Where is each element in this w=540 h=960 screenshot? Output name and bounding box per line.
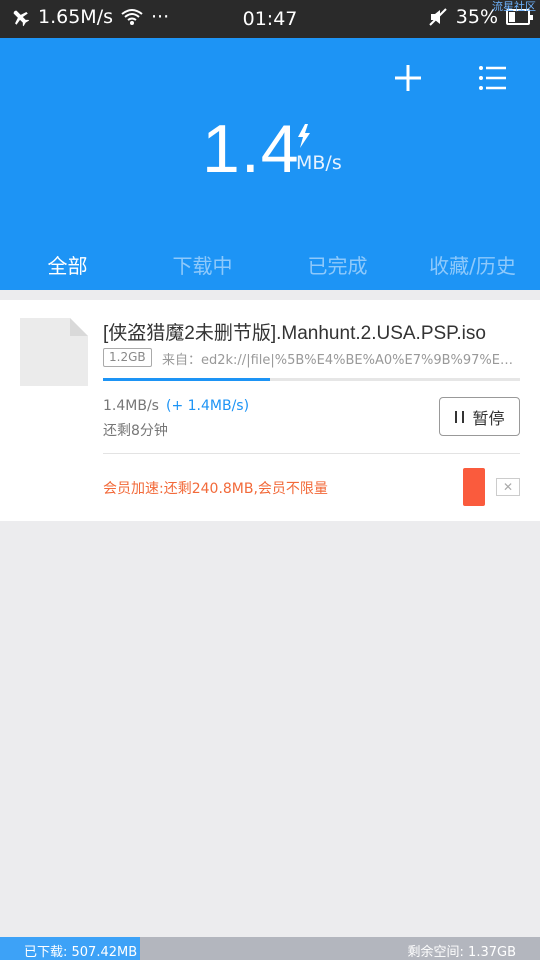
status-bar: 1.65M/s ··· 01:47 35% 流星社区 bbox=[0, 0, 540, 38]
bolt-icon bbox=[298, 124, 310, 148]
storage-free: 剩余空间: 1.37GB bbox=[407, 945, 516, 960]
pause-icon bbox=[455, 410, 465, 423]
progress-bar bbox=[103, 378, 520, 381]
watermark: 流星社区 bbox=[492, 0, 536, 13]
add-button[interactable] bbox=[388, 58, 428, 98]
tab-completed[interactable]: 已完成 bbox=[270, 242, 405, 290]
menu-list-icon bbox=[479, 66, 506, 90]
file-icon bbox=[20, 318, 88, 386]
file-name: [侠盗猎魔2未删节版].Manhunt.2.USA.PSP.iso bbox=[103, 323, 486, 344]
menu-button[interactable] bbox=[472, 58, 512, 98]
download-item[interactable]: [侠盗猎魔2未删节版].Manhunt.2.USA.PSP.iso 1.2GB … bbox=[0, 300, 540, 521]
time-remaining: 还剩8分钟 bbox=[103, 423, 168, 439]
speed-header: 1.4 MB/s 全部 下载中 已完成 收藏/历史 bbox=[0, 38, 540, 290]
close-button[interactable]: ✕ bbox=[496, 478, 520, 496]
source-url: 来自：ed2k://|file|%5B%E4%BE%A0%E7%9B%97%E7… bbox=[162, 353, 520, 368]
tab-downloading[interactable]: 下载中 bbox=[135, 242, 270, 290]
file-size-badge: 1.2GB bbox=[103, 348, 152, 367]
divider bbox=[103, 453, 520, 454]
total-speed: 1.4 bbox=[202, 111, 300, 187]
vip-boost-button[interactable] bbox=[463, 468, 485, 506]
tab-all[interactable]: 全部 bbox=[0, 242, 135, 290]
boost-speed: (+ 1.4MB/s) bbox=[166, 398, 250, 414]
pause-label: 暂停 bbox=[472, 408, 505, 428]
add-icon bbox=[395, 65, 421, 91]
storage-bar: 已下载: 507.42MB 剩余空间: 1.37GB bbox=[0, 937, 540, 960]
download-speed: 1.4MB/s bbox=[103, 398, 159, 414]
speed-unit: MB/s bbox=[296, 152, 342, 174]
storage-used: 已下载: 507.42MB bbox=[24, 945, 138, 960]
tab-bar: 全部 下载中 已完成 收藏/历史 bbox=[0, 242, 540, 290]
pause-button[interactable]: 暂停 bbox=[439, 397, 520, 436]
mute-icon bbox=[429, 8, 447, 26]
progress-fill bbox=[103, 378, 270, 381]
vip-boost-message[interactable]: 会员加速:还剩240.8MB,会员不限量 bbox=[103, 478, 328, 498]
tab-favorites-history[interactable]: 收藏/历史 bbox=[405, 242, 540, 290]
